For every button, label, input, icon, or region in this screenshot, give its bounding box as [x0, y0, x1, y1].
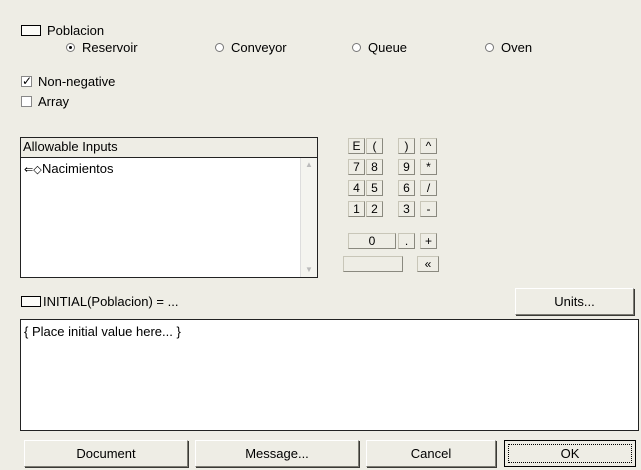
cancel-button-label: Cancel [410, 446, 452, 461]
key-8[interactable]: 8 [366, 159, 383, 175]
stock-name[interactable]: Poblacion [47, 23, 104, 39]
radio-dot-icon [215, 43, 224, 52]
key-backspace[interactable]: « [417, 256, 439, 272]
message-button[interactable]: Message... [195, 440, 359, 467]
non-negative-checkbox[interactable]: ✓ Non-negative [21, 74, 115, 90]
checkbox-empty-icon [21, 96, 32, 107]
list-item[interactable]: ⇐◇Nacimientos [24, 161, 114, 178]
key-2[interactable]: 2 [366, 201, 383, 217]
units-button[interactable]: Units... [515, 288, 634, 315]
radio-oven-label: Oven [501, 40, 533, 55]
list-item-label: Nacimientos [42, 161, 114, 176]
key-7[interactable]: 7 [348, 159, 365, 175]
radio-dot-icon [66, 43, 75, 52]
units-button-label: Units... [554, 294, 595, 309]
key-blank [343, 256, 403, 272]
key-minus[interactable]: - [420, 201, 437, 217]
radio-dot-icon [485, 43, 494, 52]
key-plus[interactable]: + [420, 233, 437, 249]
radio-conveyor[interactable]: Conveyor [215, 40, 287, 56]
ok-button-label: OK [560, 446, 580, 461]
list-scrollbar[interactable]: ▲ ▼ [300, 158, 317, 277]
array-checkbox[interactable]: Array [21, 94, 69, 110]
key-multiply[interactable]: * [420, 159, 437, 175]
checkmark-icon: ✓ [21, 74, 33, 88]
cancel-button[interactable]: Cancel [366, 440, 496, 467]
key-divide[interactable]: / [420, 180, 437, 196]
ok-button[interactable]: OK [504, 440, 636, 467]
radio-reservoir-label: Reservoir [82, 40, 138, 55]
non-negative-label: Non-negative [38, 74, 116, 89]
key-open-paren[interactable]: ( [366, 138, 383, 154]
allowable-inputs-list[interactable]: Allowable Inputs ⇐◇Nacimientos ▲ ▼ [20, 137, 318, 278]
document-button[interactable]: Document [24, 440, 188, 467]
converter-flow-icon: ⇐◇ [24, 164, 42, 176]
key-9[interactable]: 9 [398, 159, 415, 175]
key-1[interactable]: 1 [348, 201, 365, 217]
key-4[interactable]: 4 [348, 180, 365, 196]
radio-queue-label: Queue [368, 40, 408, 55]
key-caret[interactable]: ^ [420, 138, 437, 154]
radio-oven[interactable]: Oven [485, 40, 532, 56]
key-0[interactable]: 0 [348, 233, 396, 249]
equation-value: { Place initial value here... } [24, 324, 181, 339]
radio-conveyor-label: Conveyor [231, 40, 287, 55]
key-6[interactable]: 6 [398, 180, 415, 196]
equation-label: INITIAL(Poblacion) = ... [43, 294, 179, 309]
scroll-up-icon[interactable]: ▲ [304, 160, 314, 170]
radio-reservoir[interactable]: Reservoir [66, 40, 138, 56]
key-decimal[interactable]: . [398, 233, 415, 249]
key-5[interactable]: 5 [366, 180, 383, 196]
stock-icon [21, 25, 41, 36]
radio-queue[interactable]: Queue [352, 40, 407, 56]
key-3[interactable]: 3 [398, 201, 415, 217]
message-button-label: Message... [245, 446, 309, 461]
stock-icon [21, 296, 41, 307]
key-e[interactable]: E [348, 138, 365, 154]
key-close-paren[interactable]: ) [398, 138, 415, 154]
scroll-down-icon[interactable]: ▼ [304, 265, 314, 275]
equation-textarea[interactable]: { Place initial value here... } [20, 319, 639, 431]
array-label: Array [38, 94, 70, 109]
radio-dot-icon [352, 43, 361, 52]
allowable-inputs-header: Allowable Inputs [21, 138, 317, 158]
document-button-label: Document [76, 446, 136, 461]
